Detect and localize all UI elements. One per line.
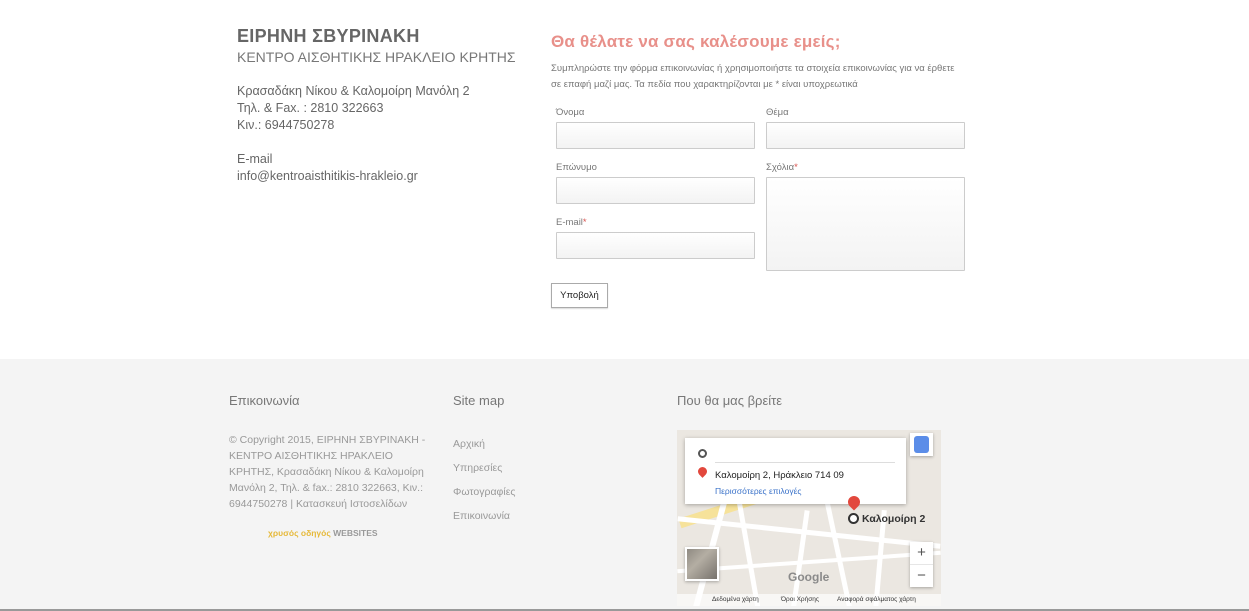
sitemap-link-contact[interactable]: Επικοινωνία	[453, 510, 515, 522]
directions-card: Καλομοίρη 2, Ηράκλειο 714 09 Περισσότερε…	[685, 438, 906, 504]
email-label-text: E-mail	[556, 217, 583, 228]
required-mark: *	[794, 162, 798, 173]
main-content: ΕΙΡΗΝΗ ΣΒΥΡΙΝΑΚΗ ΚΕΝΤΡΟ ΑΙΣΘΗΤΙΚΗΣ ΗΡΑΚΛ…	[0, 0, 1249, 359]
footer-map-title: Που θα μας βρείτε	[677, 393, 783, 408]
zoom-controls: + −	[910, 542, 933, 587]
map-street	[789, 510, 810, 606]
first-name-label: Όνομα	[556, 107, 585, 118]
email-label: E-mail	[237, 152, 273, 166]
email-field-group: E-mail*	[556, 217, 755, 259]
address-text: Κρασαδάκη Νίκου & Καλομοίρη Μανόλη 2	[237, 84, 470, 98]
comments-textarea[interactable]	[766, 177, 965, 271]
subject-label: Θέμα	[766, 107, 789, 118]
street-view-pegman-icon[interactable]	[910, 433, 933, 456]
map-attribution: Δεδομένα χάρτη Όροι Χρήσης Αναφορά σφάλμ…	[677, 594, 941, 606]
brand-logo[interactable]: χρυσός οδηγός WEBSITES	[268, 528, 378, 538]
last-name-input[interactable]	[556, 177, 755, 204]
subject-field-group: Θέμα	[766, 107, 965, 149]
sitemap-links: Αρχική Υπηρεσίες Φωτογραφίες Επικοινωνία	[453, 438, 515, 534]
google-logo: Google	[788, 570, 830, 584]
contact-form: Θα θέλατε να σας καλέσουμε εμείς; Συμπλη…	[551, 32, 971, 393]
email-address: info@kentroaisthitikis-hrakleio.gr	[237, 169, 418, 183]
zoom-out-button[interactable]: −	[910, 564, 933, 586]
form-fields: Όνομα Θέμα Επώνυμο Σχόλια* E-mail* Υποβο…	[551, 93, 971, 393]
pegman-figure	[914, 436, 929, 453]
zoom-in-button[interactable]: +	[910, 542, 933, 564]
map-marker-label: Καλομοίρη 2	[862, 513, 926, 525]
contact-info: ΕΙΡΗΝΗ ΣΒΥΡΙΝΑΚΗ ΚΕΝΤΡΟ ΑΙΣΘΗΤΙΚΗΣ ΗΡΑΚΛ…	[237, 26, 537, 185]
last-name-label: Επώνυμο	[556, 162, 597, 173]
email-field-label: E-mail*	[556, 217, 755, 228]
email-input[interactable]	[556, 232, 755, 259]
footer: Επικοινωνία © Copyright 2015, ΕΙΡΗΝΗ ΣΒΥ…	[0, 359, 1249, 611]
brand-logo-part1: χρυσός οδηγός	[268, 528, 331, 538]
comments-field-group: Σχόλια*	[766, 162, 965, 276]
subject-input[interactable]	[766, 122, 965, 149]
destination-pin-icon	[696, 465, 709, 478]
email-block: E-mail info@kentroaisthitikis-hrakleio.g…	[237, 151, 537, 185]
form-description: Συμπληρώστε την φόρμα επικοινωνίας ή χρη…	[551, 63, 955, 90]
sitemap-link-services[interactable]: Υπηρεσίες	[453, 462, 515, 474]
origin-field[interactable]	[715, 462, 895, 463]
footer-sitemap-title: Site map	[453, 393, 505, 408]
first-name-field-group: Όνομα	[556, 107, 755, 149]
footer-contact-title: Επικοινωνία	[229, 393, 300, 408]
copyright-text: © Copyright 2015, ΕΙΡΗΝΗ ΣΒΥΡΙΝΑΚΗ - ΚΕΝ…	[229, 434, 426, 510]
sitemap-link-photos[interactable]: Φωτογραφίες	[453, 486, 515, 498]
satellite-toggle[interactable]	[685, 547, 719, 581]
destination-dot-icon	[848, 513, 859, 524]
comments-label: Σχόλια*	[766, 162, 965, 173]
sitemap-link-home[interactable]: Αρχική	[453, 438, 515, 450]
brand-logo-part2: WEBSITES	[333, 528, 378, 538]
business-name: ΕΙΡΗΝΗ ΣΒΥΡΙΝΑΚΗ	[237, 26, 420, 46]
first-name-input[interactable]	[556, 122, 755, 149]
destination-address: Καλομοίρη 2, Ηράκλειο 714 09	[715, 470, 844, 481]
terms-link[interactable]: Όροι Χρήσης	[781, 596, 819, 603]
submit-button[interactable]: Υποβολή	[551, 283, 608, 308]
comments-label-text: Σχόλια	[766, 162, 795, 173]
form-title: Θα θέλατε να σας καλέσουμε εμείς;	[551, 32, 841, 51]
more-options-link[interactable]: Περισσότερες επιλογές	[715, 486, 802, 496]
phone-fax-text: Τηλ. & Fax. : 2810 322663	[237, 101, 384, 115]
address-block: Κρασαδάκη Νίκου & Καλομοίρη Μανόλη 2 Τηλ…	[237, 83, 537, 134]
mobile-text: Κιν.: 6944750278	[237, 118, 335, 132]
required-mark: *	[582, 217, 587, 228]
map-data-link[interactable]: Δεδομένα χάρτη	[712, 596, 759, 603]
report-error-link[interactable]: Αναφορά σφάλματος χάρτη	[837, 596, 916, 603]
google-map[interactable]: Καλομοίρη 2, Ηράκλειο 714 09 Περισσότερε…	[677, 430, 941, 606]
business-subtitle: ΚΕΝΤΡΟ ΑΙΣΘΗΤΙΚΗΣ ΗΡΑΚΛΕΙΟ ΚΡΗΤΗΣ	[237, 49, 516, 65]
map-street	[736, 500, 763, 606]
last-name-field-group: Επώνυμο	[556, 162, 755, 204]
origin-icon	[698, 449, 707, 458]
